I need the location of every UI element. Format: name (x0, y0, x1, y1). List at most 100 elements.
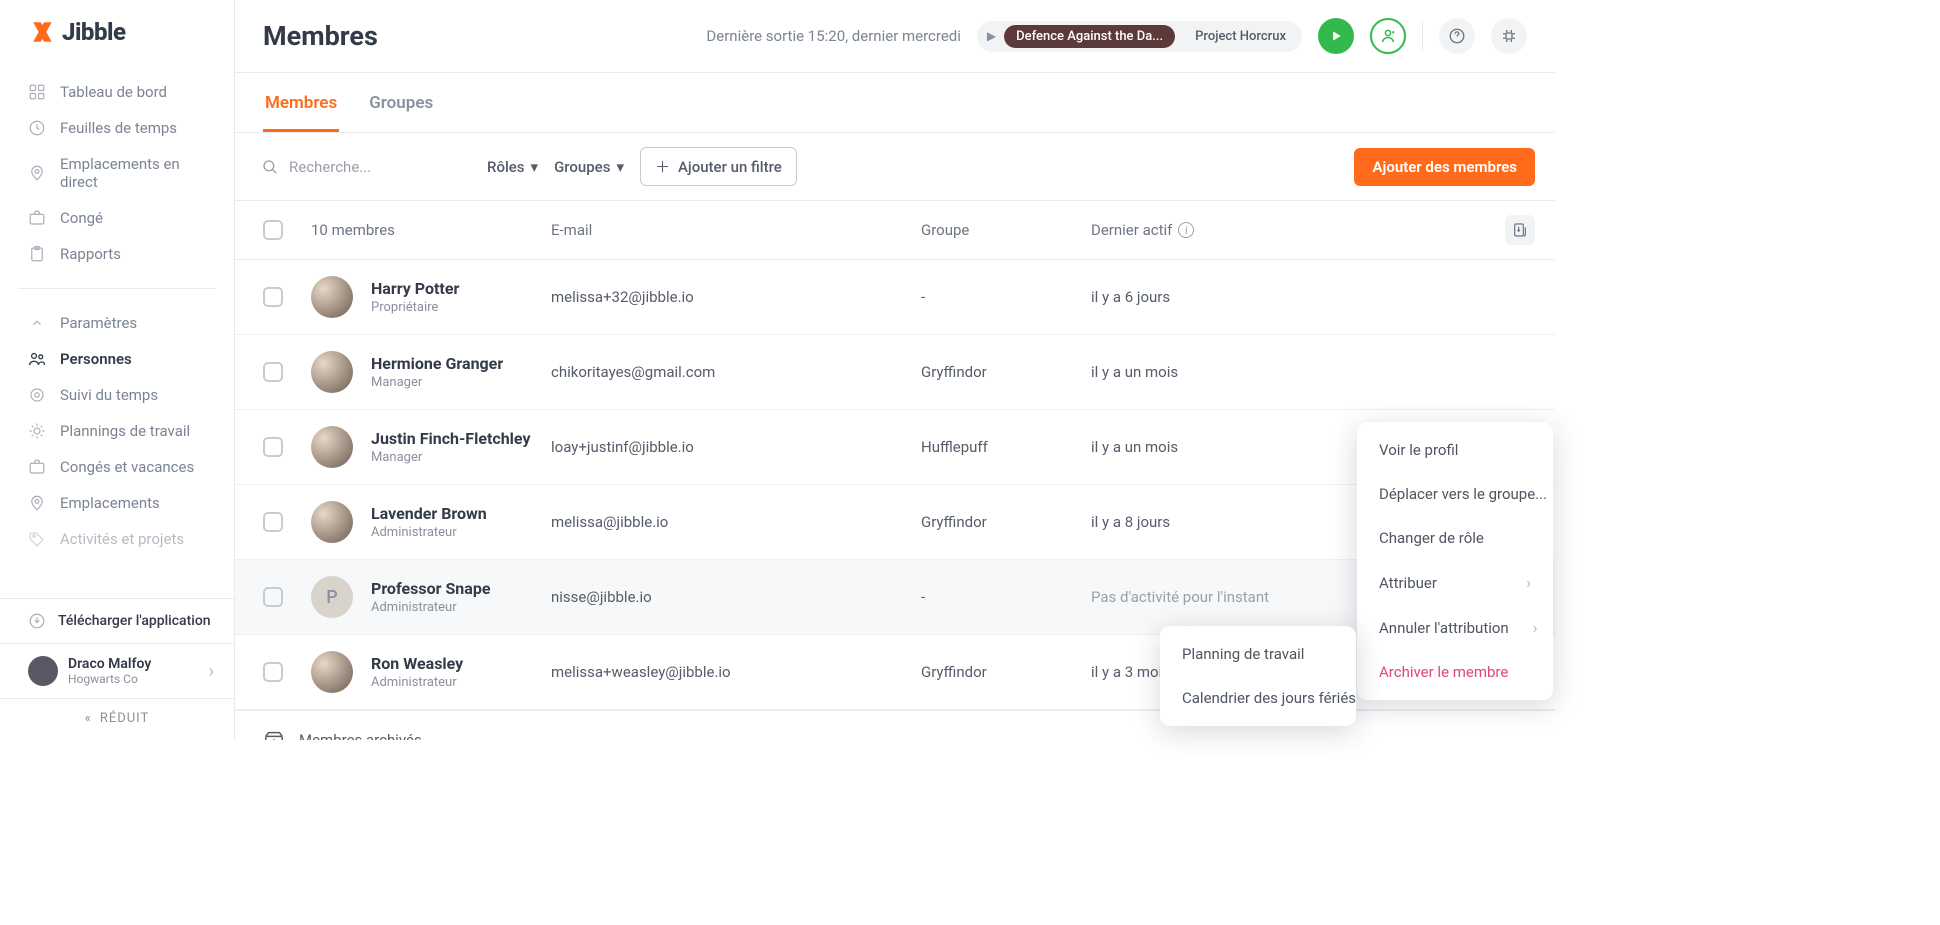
suitcase-icon (28, 458, 46, 476)
table-row[interactable]: Harry Potter Propriétaire melissa+32@jib… (235, 260, 1555, 335)
archive-icon (263, 729, 285, 740)
member-group: - (921, 288, 1091, 306)
member-email: loay+justinf@jibble.io (551, 438, 921, 456)
nav-reports[interactable]: Rapports (0, 236, 234, 272)
tab-members[interactable]: Membres (263, 73, 339, 132)
member-group: Gryffindor (921, 663, 1091, 681)
current-user-row[interactable]: Draco Malfoy Hogwarts Co › (0, 644, 234, 698)
dashboard-icon (28, 83, 46, 101)
chevron-right-icon: › (1533, 618, 1538, 637)
member-group: Gryffindor (921, 513, 1091, 531)
member-email: nisse@jibble.io (551, 588, 921, 606)
nav-leave[interactable]: Congé (0, 200, 234, 236)
nav-time-tracking[interactable]: Suivi du temps (0, 377, 234, 413)
row-checkbox[interactable] (263, 662, 283, 682)
nav-locations[interactable]: Emplacements (0, 485, 234, 521)
page-title: Membres (263, 20, 378, 52)
nav-dashboard[interactable]: Tableau de bord (0, 74, 234, 110)
target-icon (28, 386, 46, 404)
add-filter-button[interactable]: ＋Ajouter un filtre (640, 147, 797, 186)
activity-chip: Defence Against the Da... (1004, 25, 1175, 48)
help-button[interactable] (1439, 18, 1475, 54)
search-input[interactable]: Recherche... (261, 158, 471, 176)
table-header: 10 membres E-mail Groupe Dernier actifi (235, 201, 1555, 260)
member-email: melissa@jibble.io (551, 513, 921, 531)
add-members-button[interactable]: Ajouter des membres (1354, 148, 1535, 186)
ctx-holiday-calendar[interactable]: Calendrier des jours fériés (1160, 676, 1356, 720)
row-checkbox[interactable] (263, 587, 283, 607)
member-avatar (311, 651, 353, 693)
member-group: - (921, 588, 1091, 606)
info-icon[interactable]: i (1178, 222, 1194, 238)
schedule-icon (28, 422, 46, 440)
search-placeholder: Recherche... (289, 158, 371, 176)
ctx-view-profile[interactable]: Voir le profil (1357, 428, 1553, 472)
ctx-unassign[interactable]: Annuler l'attribution› (1357, 605, 1553, 650)
plus-icon: ＋ (655, 156, 670, 177)
nav-settings[interactable]: Paramètres (0, 305, 234, 341)
ctx-archive-member[interactable]: Archiver le membre (1357, 650, 1553, 694)
roles-filter[interactable]: Rôles▾ (487, 158, 538, 176)
nav-divider (18, 288, 216, 289)
brand-logo: Jibble (0, 0, 234, 68)
member-name: Hermione Granger (371, 354, 503, 373)
row-checkbox[interactable] (263, 287, 283, 307)
ctx-change-role[interactable]: Changer de rôle (1357, 516, 1553, 560)
row-checkbox[interactable] (263, 362, 283, 382)
col-email: E-mail (551, 221, 921, 239)
location-icon (28, 164, 46, 182)
member-name: Professor Snape (371, 579, 490, 598)
row-checkbox[interactable] (263, 437, 283, 457)
member-email: chikoritayes@gmail.com (551, 363, 921, 381)
archived-members-link[interactable]: Membres archivés (235, 710, 1555, 740)
nav-activities-projects[interactable]: Activités et projets (0, 521, 234, 557)
member-role: Propriétaire (371, 300, 459, 315)
start-timer-button[interactable] (1318, 18, 1354, 54)
play-small-icon: ▶ (987, 29, 996, 43)
nav-people[interactable]: Personnes (0, 341, 234, 377)
select-all-checkbox[interactable] (263, 220, 283, 240)
member-avatar (311, 426, 353, 468)
caret-down-icon: ▾ (616, 158, 624, 176)
chevron-right-icon: › (1526, 573, 1531, 592)
member-email: melissa+32@jibble.io (551, 288, 921, 306)
row-checkbox[interactable] (263, 512, 283, 532)
tag-icon (28, 530, 46, 548)
ctx-work-schedule[interactable]: Planning de travail (1160, 632, 1356, 676)
caret-down-icon: ▾ (531, 158, 539, 176)
col-count: 10 membres (311, 221, 551, 239)
collapse-sidebar-button[interactable]: « RÉDUIT (0, 698, 234, 740)
last-checkout-status: Dernière sortie 15:20, dernier mercredi (706, 27, 960, 45)
member-avatar: P (311, 576, 353, 618)
member-role: Administrateur (371, 525, 487, 540)
download-app-button[interactable]: Télécharger l'application (0, 599, 234, 644)
nav-leave-holidays[interactable]: Congés et vacances (0, 449, 234, 485)
member-last-active: il y a 6 jours (1091, 288, 1495, 306)
project-chip: Project Horcrux (1183, 25, 1298, 48)
table-row[interactable]: Hermione Granger Manager chikoritayes@gm… (235, 335, 1555, 410)
nav-live-locations[interactable]: Emplacements en direct (0, 146, 234, 200)
groups-filter[interactable]: Groupes▾ (554, 158, 624, 176)
jibble-in-button[interactable] (1370, 18, 1406, 54)
ctx-move-group[interactable]: Déplacer vers le groupe... (1357, 472, 1553, 516)
nav-work-schedules[interactable]: Plannings de travail (0, 413, 234, 449)
sidebar: Jibble Tableau de bord Feuilles de temps… (0, 0, 235, 740)
chevron-up-icon (28, 314, 46, 332)
export-button[interactable] (1505, 215, 1535, 245)
tab-groups[interactable]: Groupes (367, 73, 435, 132)
user-name: Draco Malfoy (68, 656, 199, 672)
collapse-icon: « (85, 711, 92, 726)
member-role: Administrateur (371, 675, 463, 690)
member-last-active: il y a un mois (1091, 363, 1495, 381)
nav-timesheets[interactable]: Feuilles de temps (0, 110, 234, 146)
member-name: Lavender Brown (371, 504, 487, 523)
member-name: Harry Potter (371, 279, 459, 298)
user-avatar (28, 656, 58, 686)
brand-name: Jibble (62, 18, 125, 46)
member-group: Gryffindor (921, 363, 1091, 381)
ctx-assign[interactable]: Attribuer› (1357, 560, 1553, 605)
member-role: Administrateur (371, 600, 490, 615)
context-menu-main: Voir le profil Déplacer vers le groupe..… (1357, 422, 1553, 700)
apps-button[interactable] (1491, 18, 1527, 54)
timer-chip-group[interactable]: ▶ Defence Against the Da... Project Horc… (977, 21, 1302, 52)
